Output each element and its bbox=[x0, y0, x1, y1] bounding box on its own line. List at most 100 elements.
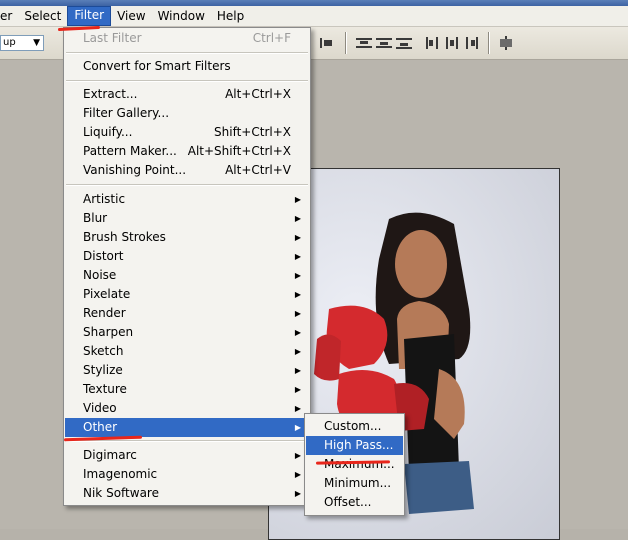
filter-menu: Last Filter Ctrl+F Convert for Smart Fil… bbox=[63, 27, 311, 506]
distribute-right-icon[interactable] bbox=[464, 36, 480, 50]
menu-item-sketch[interactable]: Sketch ▶ bbox=[65, 342, 309, 361]
menu-item-label: Pixelate bbox=[83, 287, 131, 301]
menu-item-last-filter: Last Filter Ctrl+F bbox=[65, 29, 309, 48]
menu-item-label: High Pass... bbox=[324, 438, 394, 452]
menu-item-label: Maximum... bbox=[324, 457, 395, 471]
menu-item-label: Artistic bbox=[83, 192, 126, 206]
menu-item-label: Sketch bbox=[83, 344, 124, 358]
menu-item-shortcut: Alt+Shift+Ctrl+X bbox=[187, 144, 291, 158]
menu-item-label: Sharpen bbox=[83, 325, 134, 339]
submenu-arrow-icon: ▶ bbox=[294, 489, 301, 498]
menu-item-label: Distort bbox=[83, 249, 124, 263]
distribute-bottom-icon[interactable] bbox=[396, 36, 412, 50]
menu-item-artistic[interactable]: Artistic ▶ bbox=[65, 190, 309, 209]
menu-edit-partial[interactable]: er bbox=[0, 7, 18, 25]
menu-item-label: Offset... bbox=[324, 495, 372, 509]
menu-item-label: Pattern Maker... bbox=[83, 144, 177, 158]
menu-item-liquify[interactable]: Liquify... Shift+Ctrl+X bbox=[65, 123, 309, 142]
menu-help[interactable]: Help bbox=[211, 7, 250, 25]
submenu-arrow-icon: ▶ bbox=[294, 271, 301, 280]
menu-item-label: Blur bbox=[83, 211, 108, 225]
menu-item-pixelate[interactable]: Pixelate ▶ bbox=[65, 285, 309, 304]
menu-item-label: Vanishing Point... bbox=[83, 163, 187, 177]
preset-dropdown[interactable]: up ▼ bbox=[0, 35, 44, 51]
menu-item-label: Video bbox=[83, 401, 117, 415]
submenu-arrow-icon: ▶ bbox=[294, 195, 301, 204]
menu-item-shortcut: Alt+Ctrl+V bbox=[225, 163, 291, 177]
submenu-arrow-icon: ▶ bbox=[294, 214, 301, 223]
menu-item-render[interactable]: Render ▶ bbox=[65, 304, 309, 323]
submenu-item-custom[interactable]: Custom... bbox=[306, 417, 403, 436]
menu-item-shortcut: Alt+Ctrl+X bbox=[225, 87, 291, 101]
menu-item-label: Convert for Smart Filters bbox=[83, 59, 231, 73]
submenu-arrow-icon: ▶ bbox=[294, 423, 301, 432]
distribute-hcenter-icon[interactable] bbox=[444, 36, 460, 50]
menu-item-sharpen[interactable]: Sharpen ▶ bbox=[65, 323, 309, 342]
menu-window[interactable]: Window bbox=[152, 7, 211, 25]
menu-item-stylize[interactable]: Stylize ▶ bbox=[65, 361, 309, 380]
menu-item-video[interactable]: Video ▶ bbox=[65, 399, 309, 418]
submenu-item-minimum[interactable]: Minimum... bbox=[306, 474, 403, 493]
menu-item-other[interactable]: Other ▶ bbox=[65, 418, 309, 437]
submenu-arrow-icon: ▶ bbox=[294, 451, 301, 460]
toolbar-separator bbox=[488, 32, 490, 54]
menu-item-label: Stylize bbox=[83, 363, 123, 377]
menu-item-label: Digimarc bbox=[83, 448, 137, 462]
submenu-arrow-icon: ▶ bbox=[294, 233, 301, 242]
menu-item-label: Other bbox=[83, 420, 118, 434]
menu-select[interactable]: Select bbox=[18, 7, 67, 25]
distribute-top-icon[interactable] bbox=[356, 36, 372, 50]
submenu-arrow-icon: ▶ bbox=[294, 347, 301, 356]
align-right-edges-icon[interactable] bbox=[318, 36, 334, 50]
menu-item-label: Last Filter bbox=[83, 31, 142, 45]
menu-item-filter-gallery[interactable]: Filter Gallery... bbox=[65, 104, 309, 123]
menu-item-imagenomic[interactable]: Imagenomic ▶ bbox=[65, 465, 309, 484]
menu-item-label: Texture bbox=[83, 382, 127, 396]
menu-item-label: Noise bbox=[83, 268, 117, 282]
menu-item-noise[interactable]: Noise ▶ bbox=[65, 266, 309, 285]
menu-item-blur[interactable]: Blur ▶ bbox=[65, 209, 309, 228]
submenu-item-offset[interactable]: Offset... bbox=[306, 493, 403, 512]
menu-item-extract[interactable]: Extract... Alt+Ctrl+X bbox=[65, 85, 309, 104]
submenu-arrow-icon: ▶ bbox=[294, 404, 301, 413]
menu-item-shortcut: Shift+Ctrl+X bbox=[214, 125, 291, 139]
preset-value: up bbox=[3, 37, 16, 48]
auto-align-icon[interactable] bbox=[498, 36, 514, 50]
menu-item-label: Extract... bbox=[83, 87, 138, 101]
menu-item-label: Liquify... bbox=[83, 125, 133, 139]
menu-item-distort[interactable]: Distort ▶ bbox=[65, 247, 309, 266]
menu-item-label: Custom... bbox=[324, 419, 382, 433]
menu-separator bbox=[66, 184, 308, 186]
menu-separator bbox=[66, 440, 308, 442]
submenu-arrow-icon: ▶ bbox=[294, 309, 301, 318]
toolbar-separator bbox=[345, 32, 347, 54]
submenu-arrow-icon: ▶ bbox=[294, 252, 301, 261]
menu-separator bbox=[66, 80, 308, 82]
menu-item-label: Nik Software bbox=[83, 486, 159, 500]
submenu-arrow-icon: ▶ bbox=[294, 470, 301, 479]
distribute-left-icon[interactable] bbox=[424, 36, 440, 50]
menu-item-label: Minimum... bbox=[324, 476, 392, 490]
submenu-arrow-icon: ▶ bbox=[294, 328, 301, 337]
menu-separator bbox=[66, 52, 308, 54]
menu-item-vanishing-point[interactable]: Vanishing Point... Alt+Ctrl+V bbox=[65, 161, 309, 180]
menu-item-digimarc[interactable]: Digimarc ▶ bbox=[65, 446, 309, 465]
submenu-item-high-pass[interactable]: High Pass... bbox=[306, 436, 403, 455]
menu-item-label: Brush Strokes bbox=[83, 230, 166, 244]
menu-item-label: Filter Gallery... bbox=[83, 106, 170, 120]
menu-item-label: Render bbox=[83, 306, 126, 320]
menu-view[interactable]: View bbox=[111, 7, 151, 25]
menu-bar: er Select Filter View Window Help bbox=[0, 6, 628, 27]
submenu-arrow-icon: ▶ bbox=[294, 366, 301, 375]
chevron-down-icon: ▼ bbox=[33, 38, 40, 48]
menu-item-pattern-maker[interactable]: Pattern Maker... Alt+Shift+Ctrl+X bbox=[65, 142, 309, 161]
menu-item-convert-smart-filters[interactable]: Convert for Smart Filters bbox=[65, 57, 309, 76]
menu-item-texture[interactable]: Texture ▶ bbox=[65, 380, 309, 399]
menu-item-shortcut: Ctrl+F bbox=[252, 31, 291, 45]
submenu-arrow-icon: ▶ bbox=[294, 290, 301, 299]
submenu-arrow-icon: ▶ bbox=[294, 385, 301, 394]
distribute-vcenter-icon[interactable] bbox=[376, 36, 392, 50]
menu-item-brush-strokes[interactable]: Brush Strokes ▶ bbox=[65, 228, 309, 247]
menu-item-nik-software[interactable]: Nik Software ▶ bbox=[65, 484, 309, 503]
menu-filter[interactable]: Filter bbox=[67, 6, 112, 26]
